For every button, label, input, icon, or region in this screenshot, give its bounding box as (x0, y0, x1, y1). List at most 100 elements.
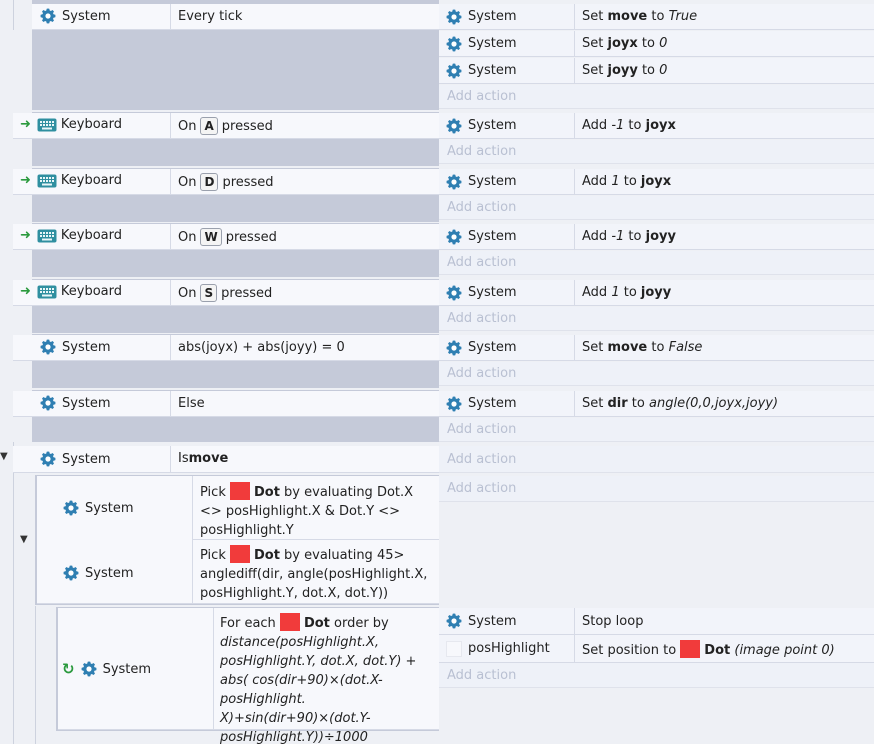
condition-text-cell[interactable]: On Dpressed (170, 169, 439, 195)
gear-icon (446, 613, 462, 629)
action-row[interactable]: System Set move to True (439, 4, 874, 30)
object-name: System (62, 451, 111, 467)
key-badge: A (200, 117, 218, 135)
action-row[interactable]: System Add 1 to joyx (439, 169, 874, 195)
trigger-arrow-icon: ➜ (20, 284, 31, 299)
action-row[interactable]: posHighlight Set position to Dot (image … (439, 635, 874, 663)
collapse-toggle-icon[interactable]: ▼ (0, 451, 8, 462)
key-badge: D (200, 173, 219, 191)
dot-sprite-icon (229, 482, 250, 500)
condition-text-cell[interactable]: On Spressed (170, 280, 439, 306)
keyboard-icon (37, 118, 57, 132)
add-action-link[interactable]: Add action (439, 663, 874, 688)
action-object: System (468, 285, 517, 300)
gear-icon (81, 661, 97, 677)
action-text: Add -1 to joyy (582, 229, 676, 244)
object-name: System (62, 339, 111, 355)
dot-sprite-icon (680, 639, 701, 658)
gear-icon (63, 565, 79, 581)
gear-icon (446, 229, 462, 245)
condition-text-cell[interactable]: Else (170, 391, 439, 417)
condition-object-cell[interactable]: System (13, 335, 170, 361)
condition-text-cell[interactable]: Pick Dot by evaluating 45> anglediff(dir… (192, 540, 439, 604)
action-row[interactable]: System Add -1 to joyy (439, 224, 874, 250)
action-object: System (468, 118, 517, 133)
action-text: Add 1 to joyx (582, 174, 672, 189)
condition-object-cell[interactable]: ➜ Keyboard (13, 224, 170, 250)
collapse-toggle-icon[interactable]: ▼ (20, 534, 28, 545)
gear-icon (40, 339, 56, 355)
action-object: System (468, 396, 517, 411)
gear-icon (446, 340, 462, 356)
action-row[interactable]: System Stop loop (439, 608, 874, 635)
gear-icon (446, 396, 462, 412)
add-action-link[interactable]: Add action (439, 307, 874, 331)
action-object: System (468, 340, 517, 355)
object-name: System (85, 565, 134, 581)
condition-text-cell[interactable]: Pick Dot by evaluating Dot.X <> posHighl… (192, 476, 439, 540)
add-action-link[interactable]: Add action (439, 196, 874, 220)
add-action-link[interactable]: Add action (439, 140, 874, 164)
gear-icon (446, 63, 462, 79)
action-row[interactable]: System Set move to False (439, 335, 874, 361)
condition-text-cell[interactable]: Every tick (170, 4, 439, 30)
trigger-arrow-icon: ➜ (20, 117, 31, 132)
gear-icon (446, 9, 462, 25)
condition-object-cell[interactable]: ➜ Keyboard (13, 169, 170, 195)
condition-object-cell[interactable]: System System (37, 476, 192, 604)
add-action-link[interactable]: Add action (439, 446, 874, 473)
add-action-link[interactable]: Add action (439, 418, 874, 442)
object-name: Keyboard (60, 117, 123, 132)
object-name: System (85, 500, 134, 516)
action-object: System (468, 174, 517, 189)
add-action-link[interactable]: Add action (439, 251, 874, 275)
add-action-link[interactable]: Add action (439, 476, 874, 502)
condition-text: On Dpressed (178, 173, 274, 191)
action-object: System (468, 613, 517, 629)
action-object: System (468, 63, 517, 78)
condition-text: abs(joyx) + abs(joyy) = 0 (178, 340, 345, 355)
condition-text: Pick Dot by evaluating 45> anglediff(dir… (200, 545, 436, 603)
key-badge: W (200, 228, 222, 246)
gear-icon (40, 451, 56, 467)
condition-text: On Apressed (178, 117, 273, 135)
action-row[interactable]: System Add -1 to joyx (439, 113, 874, 139)
action-text: Add 1 to joyy (582, 285, 672, 300)
margin-line (13, 442, 14, 744)
condition-object-cell[interactable]: ↻ System (58, 608, 213, 730)
gear-icon (446, 118, 462, 134)
condition-object-cell[interactable]: ➜ Keyboard (13, 280, 170, 306)
keyboard-icon (37, 285, 57, 299)
add-action-link[interactable]: Add action (439, 85, 874, 109)
margin-line (35, 606, 36, 744)
keyboard-icon (37, 229, 57, 243)
action-text: Add -1 to joyx (582, 118, 676, 133)
add-action-link[interactable]: Add action (439, 362, 874, 386)
trigger-arrow-icon: ➜ (20, 228, 31, 243)
condition-text-cell[interactable]: abs(joyx) + abs(joyy) = 0 (170, 335, 439, 361)
action-object: System (468, 229, 517, 244)
condition-text: For each Dot order by distance(posHighli… (220, 613, 436, 744)
action-text: Set joyx to 0 (582, 36, 668, 51)
trigger-arrow-icon: ➜ (20, 173, 31, 188)
condition-text-cell[interactable]: Is move (170, 446, 439, 473)
condition-object-cell[interactable]: System (13, 446, 170, 473)
condition-text-cell[interactable]: On Wpressed (170, 224, 439, 250)
condition-text: Every tick (178, 9, 243, 24)
margin-line (13, 0, 14, 30)
object-name: System (102, 661, 152, 677)
condition-text-cell[interactable]: For each Dot order by distance(posHighli… (213, 608, 439, 744)
condition-object-cell[interactable]: System (13, 391, 170, 417)
action-row[interactable]: System Set joyx to 0 (439, 31, 874, 57)
condition-text-cell[interactable]: On Apressed (170, 113, 439, 139)
gear-icon (446, 36, 462, 52)
action-text: Set joyy to 0 (582, 63, 668, 78)
condition-object-cell[interactable]: System (32, 4, 170, 30)
action-object: System (468, 9, 517, 24)
action-text: Stop loop (582, 613, 644, 629)
condition-object-cell[interactable]: ➜ Keyboard (13, 113, 170, 139)
action-row[interactable]: System Add 1 to joyy (439, 280, 874, 306)
action-row[interactable]: System Set joyy to 0 (439, 58, 874, 84)
action-row[interactable]: System Set dir to angle(0,0,joyx,joyy) (439, 391, 874, 417)
action-text: Set position to Dot (image point 0) (575, 639, 835, 658)
